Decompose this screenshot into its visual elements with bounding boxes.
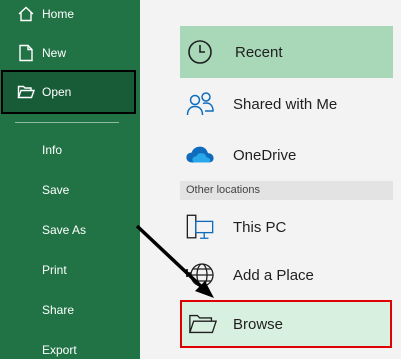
- location-browse[interactable]: Browse: [180, 300, 392, 348]
- location-onedrive-label: OneDrive: [233, 146, 297, 164]
- nav-save-as[interactable]: Save As: [42, 223, 86, 237]
- open-folder-icon: [17, 83, 35, 101]
- folder-icon: [188, 309, 218, 339]
- cloud-icon: [185, 140, 215, 170]
- location-browse-label: Browse: [233, 315, 284, 333]
- nav-export[interactable]: Export: [42, 343, 77, 357]
- globe-plus-icon: [185, 260, 215, 290]
- nav-open[interactable]: Open: [1, 70, 136, 114]
- location-onedrive[interactable]: OneDrive: [180, 133, 393, 177]
- other-locations-header: Other locations: [180, 181, 393, 200]
- nav-share[interactable]: Share: [42, 303, 74, 317]
- nav-new[interactable]: New: [0, 33, 140, 73]
- location-recent[interactable]: Recent: [180, 26, 393, 78]
- location-this-pc[interactable]: This PC: [180, 205, 393, 249]
- location-shared-with-me[interactable]: Shared with Me: [180, 82, 393, 126]
- nav-home[interactable]: Home: [0, 0, 140, 34]
- people-icon: [185, 89, 215, 119]
- home-icon: [17, 5, 35, 23]
- location-add-a-place[interactable]: Add a Place: [180, 253, 393, 297]
- nav-save[interactable]: Save: [42, 183, 69, 197]
- location-recent-label: Recent: [235, 43, 283, 61]
- location-this-pc-label: This PC: [233, 218, 287, 236]
- location-shared-label: Shared with Me: [233, 95, 338, 113]
- nav-print[interactable]: Print: [42, 263, 67, 277]
- backstage-sidebar: Home New Open Info Save Save As Print Sh…: [0, 0, 140, 359]
- clock-icon: [185, 37, 215, 67]
- nav-home-label: Home: [42, 7, 75, 21]
- computer-icon: [185, 212, 215, 242]
- open-locations-panel: Recent Shared with Me OneDrive Other loc…: [140, 0, 401, 359]
- sidebar-divider: [15, 122, 119, 123]
- nav-new-label: New: [42, 46, 67, 60]
- other-locations-label: Other locations: [186, 184, 260, 196]
- location-add-a-place-label: Add a Place: [233, 266, 314, 284]
- nav-info[interactable]: Info: [42, 143, 62, 157]
- nav-open-label: Open: [42, 85, 72, 99]
- new-document-icon: [17, 44, 35, 62]
